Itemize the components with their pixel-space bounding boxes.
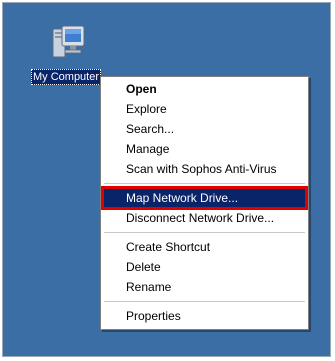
menu-item-properties[interactable]: Properties: [103, 306, 306, 326]
context-menu: Open Explore Search... Manage Scan with …: [100, 76, 309, 330]
desktop: My Computer Open Explore Search... Manag…: [2, 2, 331, 357]
menu-item-create-shortcut[interactable]: Create Shortcut: [103, 237, 306, 257]
menu-item-explore[interactable]: Explore: [103, 99, 306, 119]
menu-item-scan-sophos[interactable]: Scan with Sophos Anti-Virus: [103, 159, 306, 179]
menu-separator: [104, 232, 305, 233]
menu-item-disconnect-network-drive[interactable]: Disconnect Network Drive...: [103, 208, 306, 228]
menu-item-map-network-drive[interactable]: Map Network Drive...: [101, 186, 308, 210]
menu-item-rename[interactable]: Rename: [103, 277, 306, 297]
menu-separator: [104, 301, 305, 302]
menu-separator: [104, 183, 305, 184]
menu-item-open[interactable]: Open: [103, 79, 306, 99]
my-computer-label[interactable]: My Computer: [31, 69, 102, 85]
menu-item-manage[interactable]: Manage: [103, 139, 306, 159]
my-computer-desktop-icon[interactable]: My Computer: [31, 23, 111, 93]
menu-item-search[interactable]: Search...: [103, 119, 306, 139]
menu-item-delete[interactable]: Delete: [103, 257, 306, 277]
my-computer-icon[interactable]: [51, 23, 87, 63]
